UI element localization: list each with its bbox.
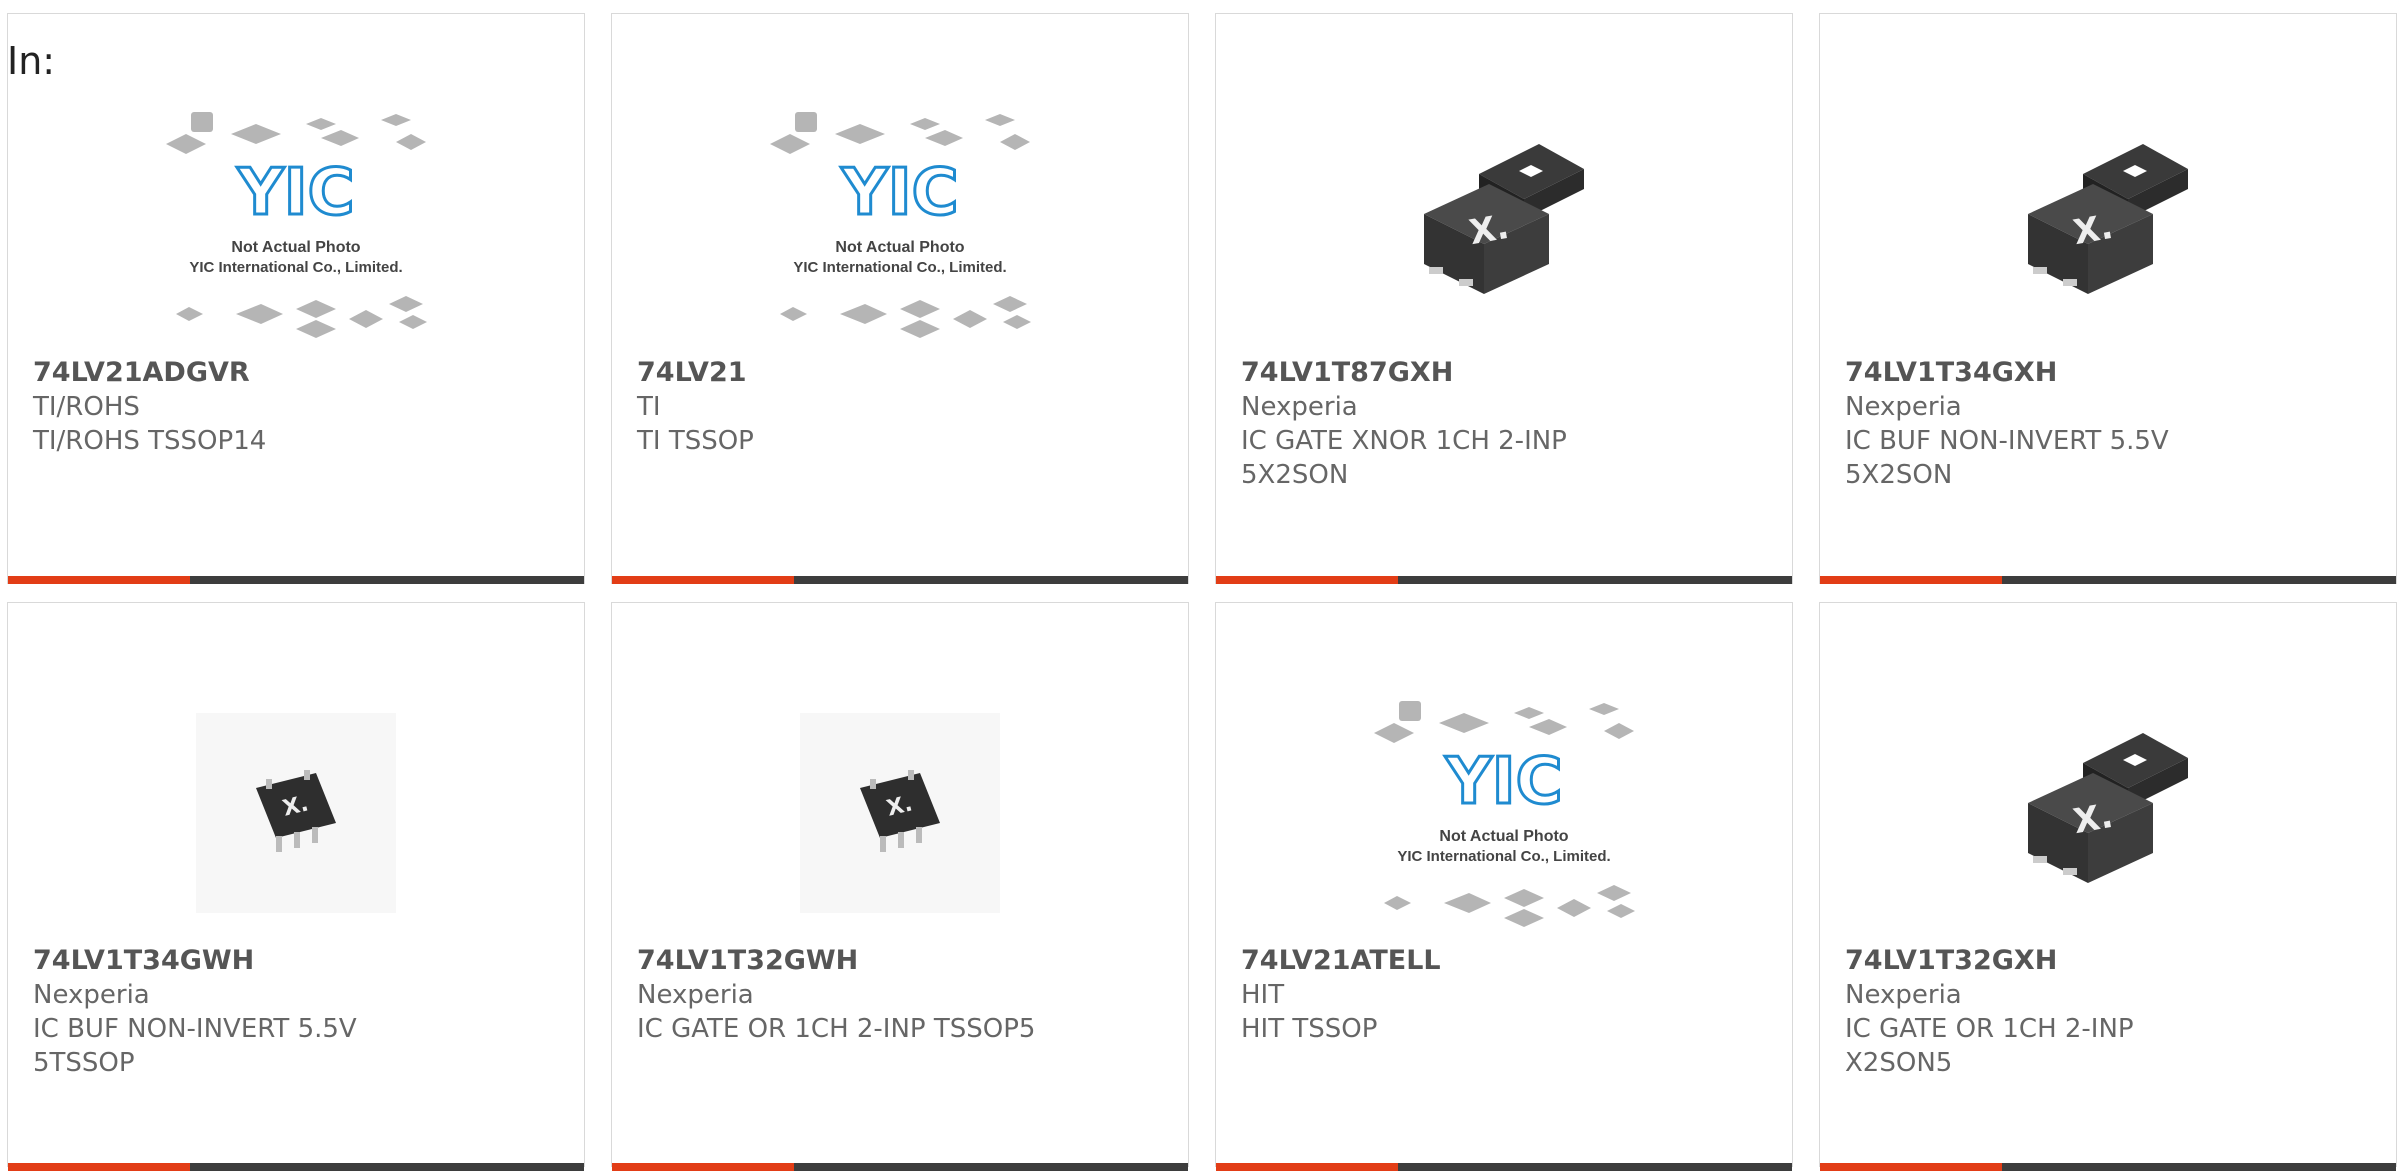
card-bottom-bar [1820, 1163, 2396, 1171]
card-accent [612, 1163, 794, 1171]
description: IC BUF NON-INVERT 5.5V 5TSSOP [33, 1014, 357, 1078]
chip-xson-icon: X. [1424, 144, 1584, 294]
card-accent [8, 576, 190, 584]
placeholder-line2: YIC International Co., Limited. [793, 259, 1006, 276]
manufacturer: TI [637, 392, 661, 422]
card-bottom-bar [612, 1163, 1188, 1171]
product-card[interactable]: X. 74LV1T32GXH Nexperia IC GATE OR 1CH 2… [1819, 602, 2397, 1171]
description: HIT TSSOP [1241, 1014, 1378, 1044]
yic-logo: YIC [236, 156, 354, 230]
product-info: 74LV21ADGVR TI/ROHS TI/ROHS TSSOP14 [33, 356, 564, 458]
product-info: 74LV1T34GXH Nexperia IC BUF NON-INVERT 5… [1845, 356, 2376, 492]
placeholder-line2: YIC International Co., Limited. [189, 259, 402, 276]
card-bottom-bar [1216, 1163, 1792, 1171]
manufacturer: Nexperia [1845, 392, 1962, 422]
manufacturer: HIT [1241, 980, 1285, 1010]
product-image[interactable]: X. [1216, 99, 1792, 349]
part-number[interactable]: 74LV21ATELL [1241, 944, 1772, 978]
part-number[interactable]: 74LV21 [637, 356, 1168, 390]
manufacturer: Nexperia [1241, 392, 1358, 422]
product-info: 74LV1T87GXH Nexperia IC GATE XNOR 1CH 2-… [1241, 356, 1772, 492]
yic-logo: YIC [840, 156, 958, 230]
card-bottom-bar [1216, 576, 1792, 584]
product-image[interactable]: YIC Not Actual Photo YIC International C… [612, 99, 1188, 349]
card-accent [8, 1163, 190, 1171]
product-info: 74LV1T32GWH Nexperia IC GATE OR 1CH 2-IN… [637, 944, 1168, 1046]
card-accent [1820, 576, 2002, 584]
product-card[interactable]: YIC Not Actual Photo YIC International C… [611, 13, 1189, 584]
product-grid: YIC Not Actual Photo YIC International C… [0, 0, 2400, 1171]
product-image[interactable]: X. [1820, 688, 2396, 938]
chip-tssop5-icon: X. [196, 713, 396, 913]
product-card[interactable]: YIC Not Actual Photo YIC International C… [1215, 602, 1793, 1171]
not-actual-photo-placeholder: YIC Not Actual Photo YIC International C… [770, 112, 1031, 338]
card-bottom-bar [612, 576, 1188, 584]
nexperia-mark: X. [2070, 796, 2115, 842]
manufacturer: Nexperia [637, 980, 754, 1010]
product-image[interactable]: YIC Not Actual Photo YIC International C… [1216, 688, 1792, 938]
card-bottom-bar [1820, 576, 2396, 584]
card-bottom-bar [8, 576, 584, 584]
placeholder-line1: Not Actual Photo [231, 239, 360, 256]
description: IC GATE OR 1CH 2-INP TSSOP5 [637, 1014, 1036, 1044]
description: IC GATE XNOR 1CH 2-INP 5X2SON [1241, 426, 1567, 490]
card-accent [1216, 576, 1398, 584]
product-image[interactable]: X. [1820, 99, 2396, 349]
manufacturer: Nexperia [1845, 980, 1962, 1010]
product-image[interactable]: X. [612, 688, 1188, 938]
placeholder-line1: Not Actual Photo [835, 239, 964, 256]
manufacturer: TI/ROHS [33, 392, 140, 422]
placeholder-line2: YIC International Co., Limited. [1397, 848, 1610, 865]
product-card[interactable]: YIC Not Actual Photo YIC International C… [7, 13, 585, 584]
product-image[interactable]: YIC Not Actual Photo YIC International C… [8, 99, 584, 349]
manufacturer: Nexperia [33, 980, 150, 1010]
chip-xson-icon: X. [2028, 733, 2188, 883]
card-accent [612, 576, 794, 584]
product-card[interactable]: X. 74LV1T34GWH Nexperia IC BUF NON-INVER… [7, 602, 585, 1171]
part-number[interactable]: 74LV1T32GXH [1845, 944, 2376, 978]
product-image[interactable]: X. [8, 688, 584, 938]
chip-tssop5-icon: X. [800, 713, 1000, 913]
nexperia-mark: X. [1466, 207, 1511, 253]
part-number[interactable]: 74LV1T87GXH [1241, 356, 1772, 390]
description: IC GATE OR 1CH 2-INP X2SON5 [1845, 1014, 2134, 1078]
in-label: In: [7, 39, 56, 83]
part-number[interactable]: 74LV1T34GWH [33, 944, 564, 978]
description: TI/ROHS TSSOP14 [33, 426, 267, 456]
description: IC BUF NON-INVERT 5.5V 5X2SON [1845, 426, 2169, 490]
description: TI TSSOP [637, 426, 754, 456]
product-info: 74LV21 TI TI TSSOP [637, 356, 1168, 458]
product-info: 74LV1T34GWH Nexperia IC BUF NON-INVERT 5… [33, 944, 564, 1080]
product-info: 74LV21ATELL HIT HIT TSSOP [1241, 944, 1772, 1046]
part-number[interactable]: 74LV1T32GWH [637, 944, 1168, 978]
product-card[interactable]: X. 74LV1T32GWH Nexperia IC GATE OR 1CH 2… [611, 602, 1189, 1171]
card-accent [1820, 1163, 2002, 1171]
product-info: 74LV1T32GXH Nexperia IC GATE OR 1CH 2-IN… [1845, 944, 2376, 1080]
part-number[interactable]: 74LV1T34GXH [1845, 356, 2376, 390]
nexperia-mark: X. [2070, 207, 2115, 253]
not-actual-photo-placeholder: YIC Not Actual Photo YIC International C… [166, 112, 427, 338]
product-card[interactable]: X. 74LV1T34GXH Nexperia IC BUF NON-INVER… [1819, 13, 2397, 584]
card-accent [1216, 1163, 1398, 1171]
product-card[interactable]: X. 74LV1T87GXH Nexperia IC GATE XNOR 1CH… [1215, 13, 1793, 584]
placeholder-line1: Not Actual Photo [1439, 828, 1568, 845]
part-number[interactable]: 74LV21ADGVR [33, 356, 564, 390]
card-bottom-bar [8, 1163, 584, 1171]
not-actual-photo-placeholder: YIC Not Actual Photo YIC International C… [1374, 701, 1635, 927]
chip-xson-icon: X. [2028, 144, 2188, 294]
yic-logo: YIC [1444, 745, 1562, 819]
